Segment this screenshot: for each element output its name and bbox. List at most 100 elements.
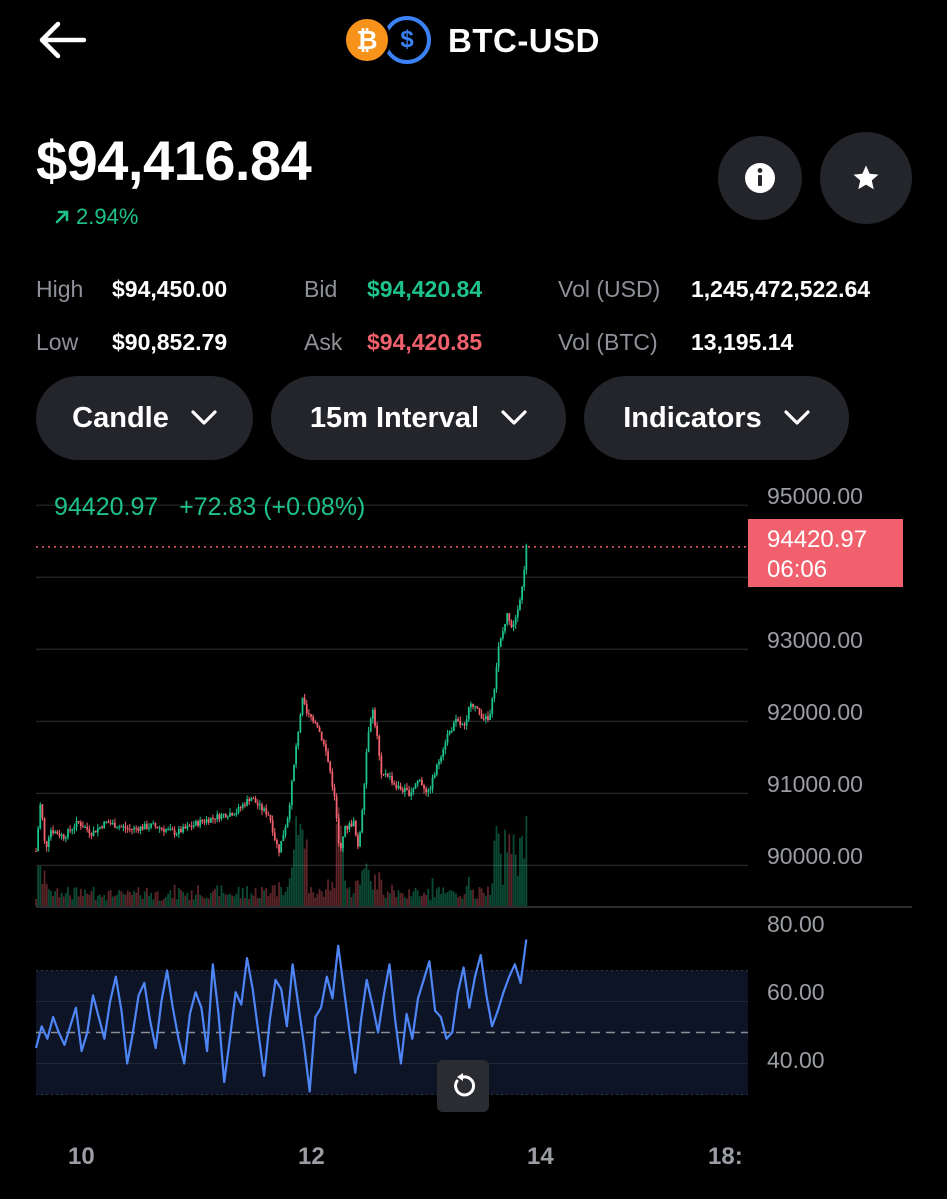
volume-bar [501, 884, 504, 906]
volume-bar [446, 892, 449, 906]
volume-bar [163, 898, 165, 906]
candle-body [465, 719, 468, 726]
y-tick-label: 93000.00 [767, 627, 863, 653]
candle-body [301, 697, 304, 715]
volume-bar [329, 890, 332, 906]
candle-body [120, 826, 123, 828]
volume-bar [408, 889, 410, 906]
candle-body [491, 698, 494, 714]
y-tick-label: 90000.00 [767, 843, 863, 869]
volume-bar [265, 888, 268, 906]
candle-body [47, 837, 50, 847]
info-button[interactable] [718, 136, 802, 220]
candle-body [199, 819, 202, 826]
volume-bar [139, 895, 142, 906]
candle-body [506, 613, 509, 624]
candle-body [131, 829, 133, 831]
candle-body [357, 835, 359, 847]
candle-body [416, 781, 419, 785]
candle-body [333, 787, 336, 797]
candle-body [418, 779, 421, 782]
candle-body [167, 829, 170, 831]
volume-bar [386, 891, 389, 906]
volume-bar [504, 829, 506, 906]
candle-body [489, 713, 492, 720]
candle-body [56, 831, 59, 835]
volume-bar [39, 866, 42, 906]
volume-bar [56, 888, 59, 906]
volume-bar [425, 894, 428, 906]
candle-body [139, 826, 142, 831]
candle-body [126, 828, 129, 830]
candle-body [380, 755, 383, 775]
interval-dropdown[interactable]: 15m Interval [271, 376, 566, 460]
candle-body [192, 825, 195, 827]
candle-body [165, 829, 167, 832]
candle-body [37, 828, 40, 852]
volume-bar [320, 891, 323, 906]
candle-body [269, 815, 272, 821]
vol-btc-value: 13,195.14 [691, 329, 794, 355]
candle-body [344, 825, 347, 837]
candle-body [395, 784, 398, 788]
chevron-down-icon [784, 410, 810, 425]
volume-bar [107, 891, 110, 906]
volume-bar [401, 893, 404, 906]
candle-body [452, 722, 455, 731]
volume-bar [440, 894, 442, 906]
volume-bar [467, 876, 470, 906]
volume-bar [133, 890, 135, 906]
candle-body [295, 746, 297, 765]
volume-bar [62, 896, 65, 906]
indicators-dropdown[interactable]: Indicators [584, 376, 849, 460]
volume-bar [442, 887, 445, 906]
candle-body [501, 631, 504, 639]
candle-body [478, 707, 481, 714]
volume-bar [480, 888, 483, 906]
volume-bar [267, 896, 270, 906]
candle-body [348, 823, 351, 830]
volume-bar [497, 833, 500, 906]
candle-body [148, 827, 150, 829]
candle-body [92, 830, 95, 836]
chart-legend: 94420.97 +72.83 (+0.08%) [54, 493, 365, 522]
candle-body [173, 829, 176, 835]
volume-bar [516, 875, 519, 906]
volume-bar [180, 889, 182, 906]
volume-bar [128, 891, 131, 906]
interval-label: 15m Interval [309, 401, 480, 434]
candle-body [79, 822, 82, 827]
volume-bar [92, 886, 95, 906]
volume-bar [126, 890, 129, 906]
volume-bar [391, 884, 393, 906]
candle-body [71, 829, 74, 831]
volume-bar [218, 896, 221, 906]
back-button[interactable] [36, 18, 92, 62]
candle-body [205, 819, 208, 823]
volume-bar [177, 887, 180, 906]
candle-body [67, 829, 69, 838]
favorite-button[interactable] [820, 132, 912, 224]
chart-type-dropdown[interactable]: Candle [36, 376, 253, 460]
volume-bar [37, 866, 40, 906]
candle-body [248, 799, 251, 802]
reset-zoom-button[interactable] [437, 1060, 489, 1112]
candle-body [406, 788, 408, 790]
volume-bar [79, 888, 82, 906]
volume-bar [465, 885, 468, 906]
volume-bar [307, 893, 310, 906]
volume-bar [523, 858, 526, 906]
volume-bar [156, 891, 159, 906]
volume-bar [376, 889, 379, 906]
candle-body [60, 834, 63, 836]
volume-bar [137, 887, 140, 906]
volume-bar [314, 897, 317, 906]
volume-bar [412, 891, 415, 906]
volume-bar [224, 894, 227, 906]
candle-body [290, 781, 293, 806]
volume-bar [470, 890, 472, 906]
candle-body [133, 827, 135, 830]
volume-bar [369, 880, 372, 906]
candle-body [472, 703, 474, 707]
candle-body [410, 792, 413, 797]
